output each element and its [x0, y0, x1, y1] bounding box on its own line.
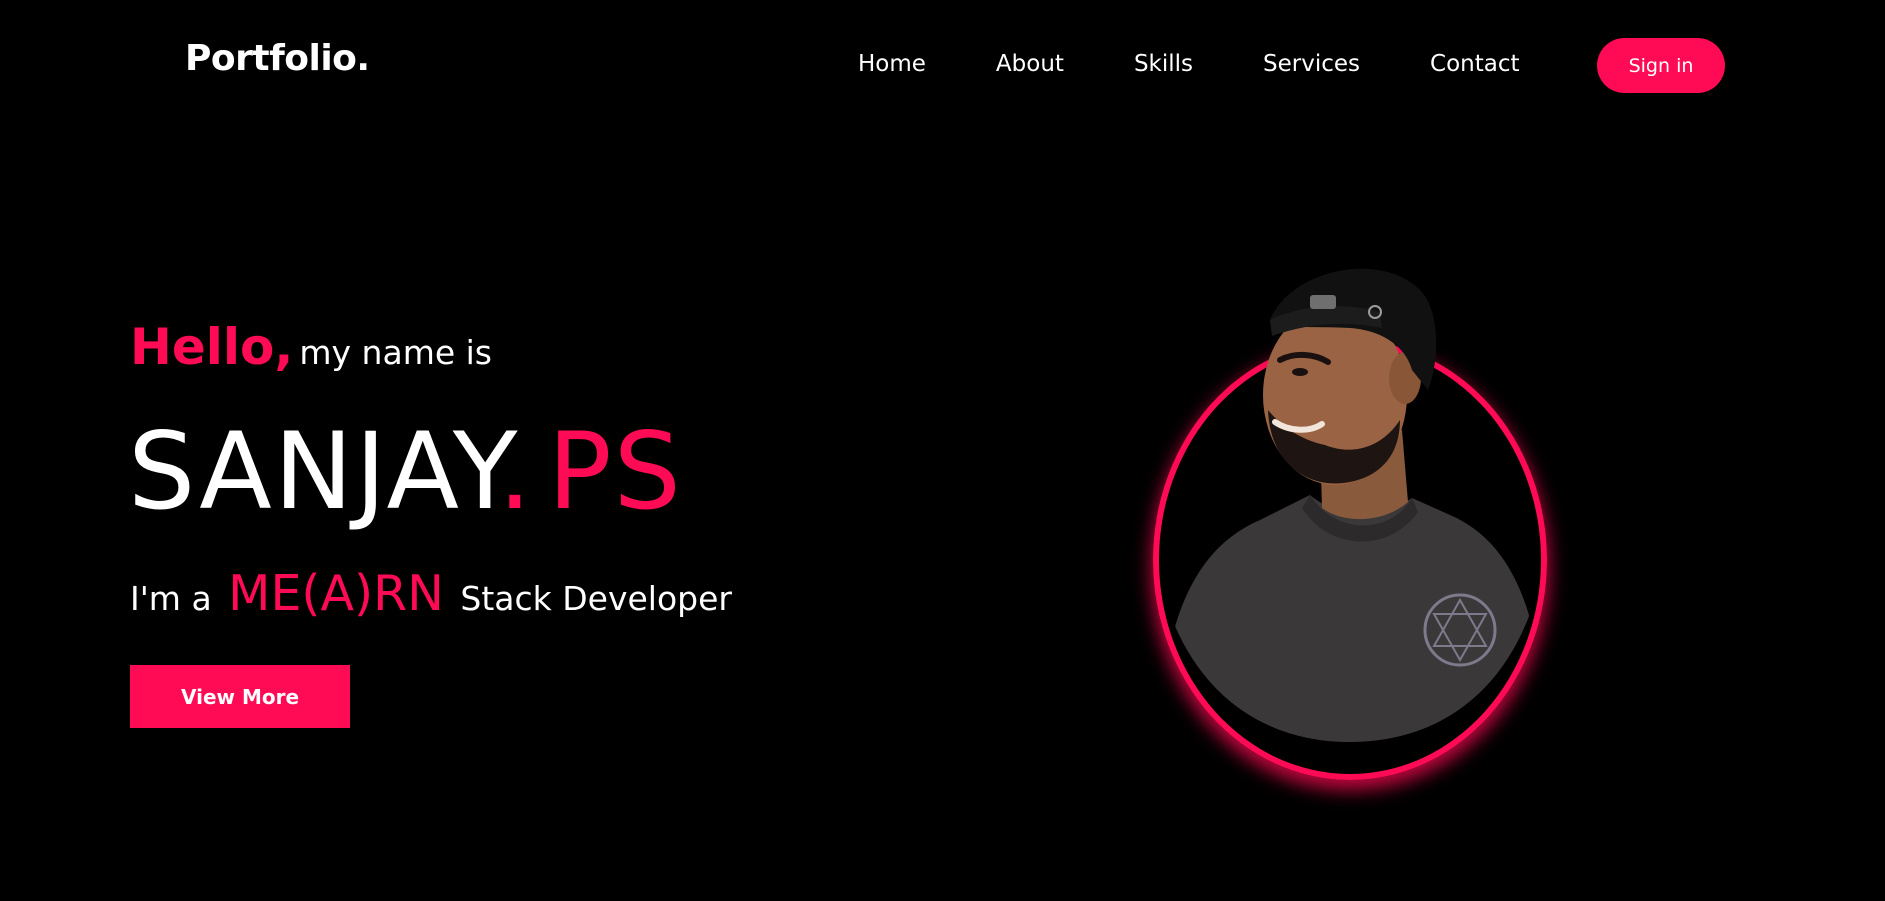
nav-home[interactable]: Home — [858, 48, 926, 80]
role-prefix: I'm a — [130, 579, 212, 618]
nav-contact[interactable]: Contact — [1430, 48, 1519, 80]
greeting-rest: my name is — [299, 333, 492, 372]
logo[interactable]: Portfolio. — [185, 38, 370, 79]
role-suffix: Stack Developer — [460, 579, 732, 618]
hero-name: SANJAY. PS — [128, 412, 683, 532]
sign-in-button[interactable]: Sign in — [1597, 38, 1725, 93]
greeting: Hello, my name is — [130, 318, 492, 376]
nav-skills[interactable]: Skills — [1134, 48, 1193, 80]
portrait-photo — [1160, 268, 1545, 742]
nav-about[interactable]: About — [996, 48, 1064, 80]
greeting-hello: Hello, — [130, 318, 294, 376]
last-name: PS — [547, 410, 683, 533]
role-line: I'm a ME(A)RN Stack Developer — [130, 565, 732, 622]
nav-services[interactable]: Services — [1263, 48, 1360, 80]
name-dot: . — [498, 410, 534, 533]
page: Portfolio. Home About Skills Services Co… — [0, 0, 1885, 901]
view-more-button[interactable]: View More — [130, 665, 350, 728]
first-name: SANJAY — [128, 410, 499, 533]
role-highlight: ME(A)RN — [228, 565, 444, 622]
main-nav: Home About Skills Services Contact — [858, 48, 1520, 80]
portrait-frame — [1150, 250, 1550, 780]
